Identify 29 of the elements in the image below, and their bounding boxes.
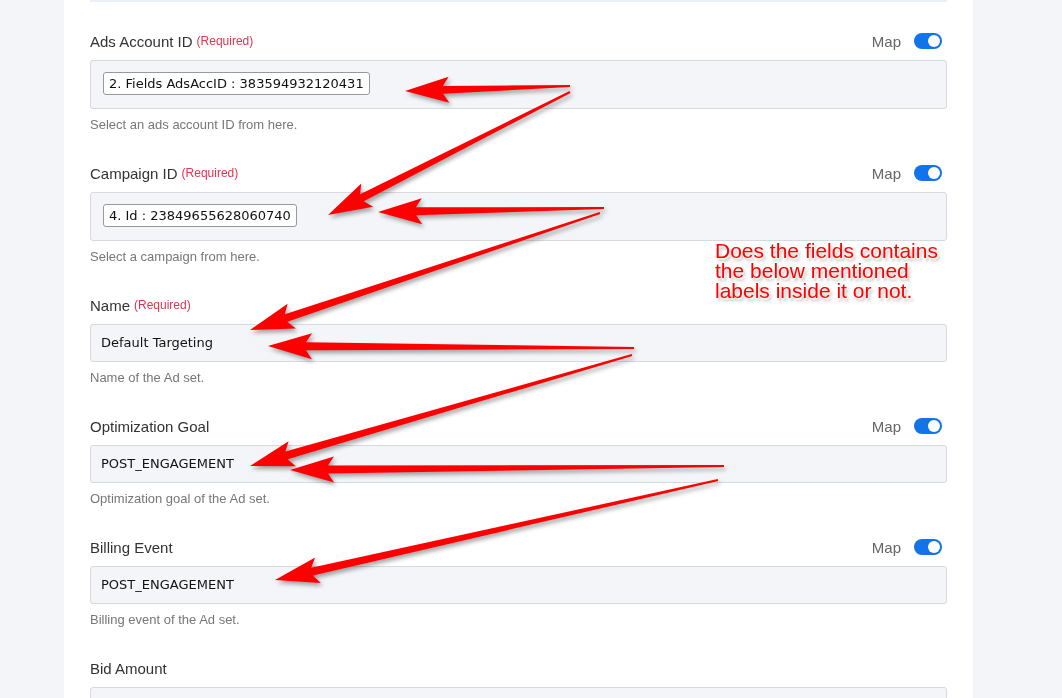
map-label: Map	[871, 164, 901, 182]
mapped-field-tag: 4. Id : 23849655628060740	[103, 204, 297, 227]
map-label: Map	[871, 417, 901, 435]
field-label: Ads Account ID	[90, 32, 193, 50]
input-field[interactable]: Default Targeting	[90, 324, 947, 362]
help-text: Optimization goal of the Ad set.	[90, 491, 270, 506]
map-toggle[interactable]	[914, 165, 942, 181]
help-text: Billing event of the Ad set.	[90, 612, 240, 627]
mapped-field-tag: 2. Fields AdsAccID : 383594932120431	[103, 72, 370, 95]
help-text: Select an ads account ID from here.	[90, 117, 298, 132]
required-note: (Required)	[134, 298, 191, 312]
required-note: (Required)	[181, 166, 239, 180]
help-text: Name of the Ad set.	[90, 370, 205, 385]
input-field[interactable]: 2. Fields AdsAccID : 383594932120431	[90, 60, 947, 109]
field-label: Optimization Goal	[90, 417, 210, 435]
help-text: Select a campaign from here.	[90, 249, 260, 264]
input-field[interactable]: POST_ENGAGEMENT	[90, 566, 947, 604]
required-note: (Required)	[196, 34, 254, 48]
field-label: Billing Event	[90, 538, 173, 556]
annotation-note: Does the fields contains the below mentioned labels inside it or not.	[715, 241, 939, 301]
map-toggle[interactable]	[914, 33, 942, 49]
input-field[interactable]: 4. Id : 23849655628060740	[90, 192, 947, 241]
map-toggle[interactable]	[914, 539, 942, 555]
map-label: Map	[871, 538, 901, 556]
field-label: Name	[90, 296, 130, 314]
field-label: Campaign ID	[90, 164, 178, 182]
map-toggle[interactable]	[914, 418, 942, 434]
map-label: Map	[871, 32, 901, 50]
field-label: Bid Amount	[90, 659, 167, 677]
